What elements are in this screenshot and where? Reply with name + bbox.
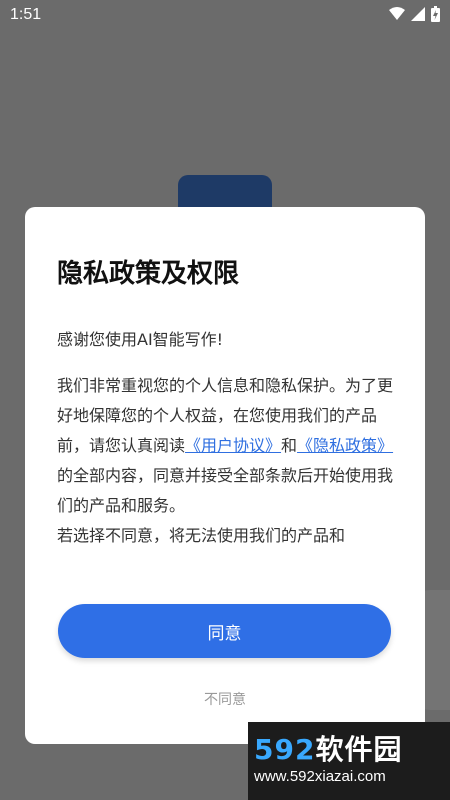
privacy-policy-link[interactable]: 《隐私政策》: [297, 436, 393, 455]
watermark: 592软件园 www.592xiazai.com: [248, 722, 450, 800]
dialog-content[interactable]: 感谢您使用AI智能写作! 我们非常重视您的个人信息和隐私保护。为了更好地保障您的…: [57, 325, 397, 572]
signal-icon: [411, 7, 425, 21]
watermark-text: 软件园: [315, 733, 403, 766]
user-agreement-link[interactable]: 《用户协议》: [185, 436, 281, 455]
wifi-icon: [389, 7, 405, 20]
decline-notice-text: 若选择不同意，将无法使用我们的产品和: [57, 526, 346, 545]
greeting-text: 感谢您使用AI智能写作!: [57, 330, 224, 349]
connector-text: 和: [281, 436, 298, 455]
battery-charging-icon: [431, 6, 440, 22]
status-bar: 1:51: [0, 0, 450, 32]
agree-button[interactable]: 同意: [58, 604, 391, 658]
watermark-url: www.592xiazai.com: [254, 768, 386, 785]
status-time: 1:51: [10, 6, 42, 23]
watermark-brand: 592软件园: [254, 728, 402, 768]
watermark-number: 592: [254, 733, 316, 766]
privacy-dialog: 隐私政策及权限 感谢您使用AI智能写作! 我们非常重视您的个人信息和隐私保护。为…: [25, 207, 425, 744]
policy-text: 我们非常重视您的个人信息和隐私保护。为了更好地保障您的个人权益，在您使用我们的产…: [57, 371, 397, 521]
dialog-title: 隐私政策及权限: [57, 259, 240, 289]
policy-text-part2: 的全部内容，同意并接受全部条款后开始使用我们的产品和服务。: [57, 466, 394, 515]
status-icons: [389, 6, 440, 22]
disagree-button[interactable]: 不同意: [25, 689, 425, 709]
